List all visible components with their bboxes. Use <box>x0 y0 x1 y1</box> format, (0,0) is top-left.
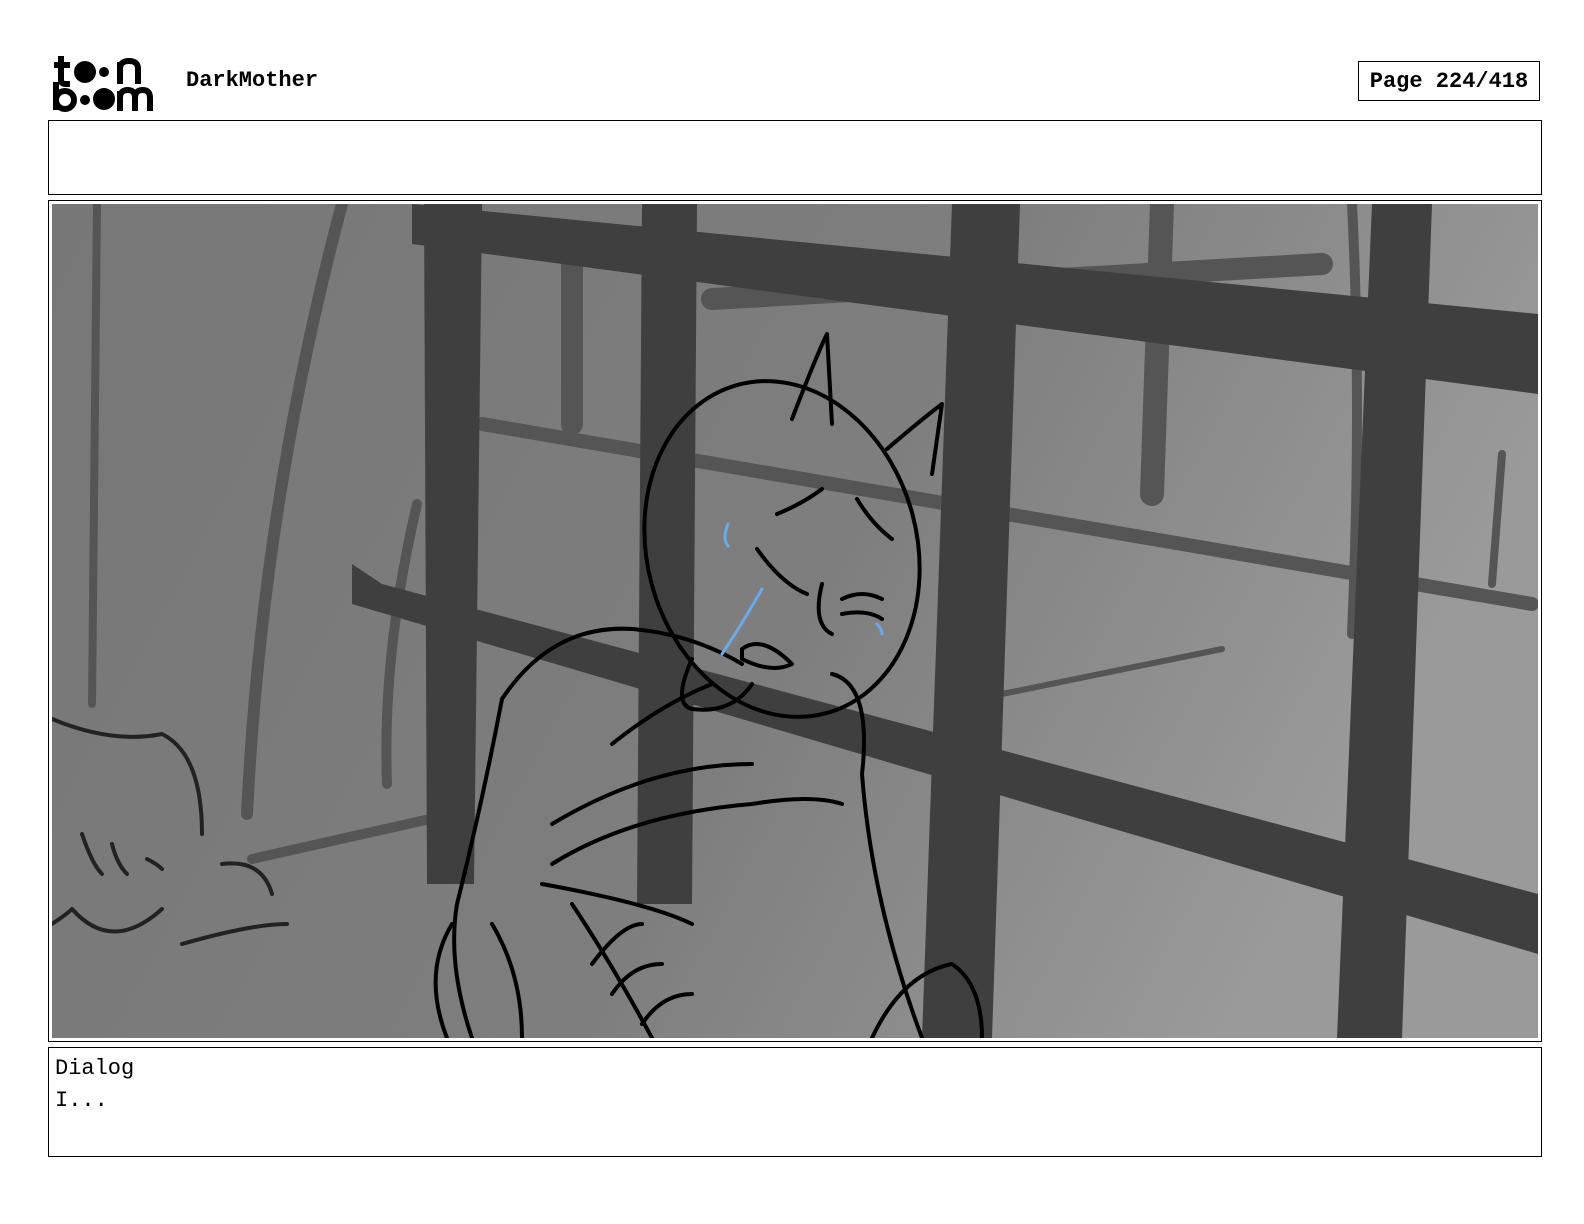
page-counter: Page 224/418 <box>1358 61 1540 101</box>
toonboom-logo <box>53 56 153 112</box>
storyboard-panel-image <box>52 204 1538 1038</box>
dialog-text: I... <box>55 1088 108 1113</box>
notes-box <box>48 120 1542 195</box>
dialog-heading: Dialog <box>55 1056 135 1081</box>
dialog-box: Dialog I... <box>48 1047 1542 1157</box>
project-title: DarkMother <box>186 68 319 93</box>
